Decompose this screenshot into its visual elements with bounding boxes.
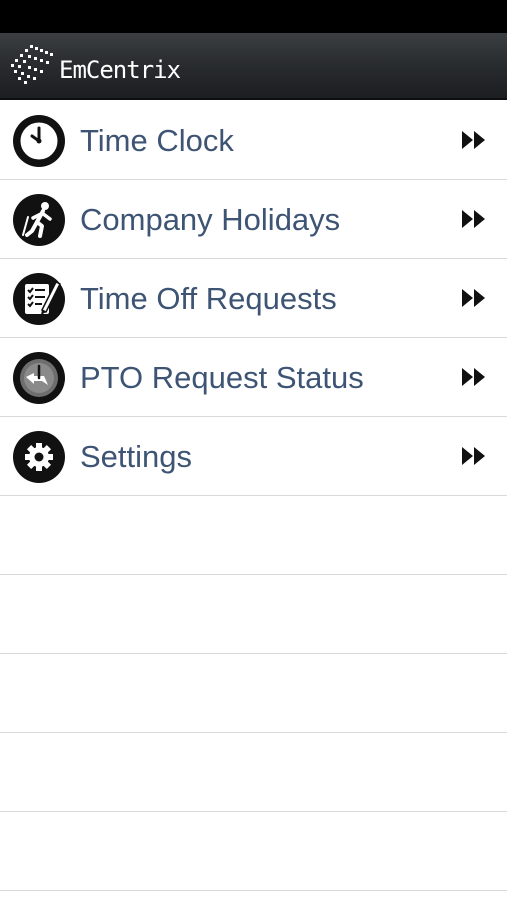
double-chevron-right-icon: [462, 289, 485, 307]
menu-item-time-off-requests[interactable]: Time Off Requests: [0, 259, 507, 338]
menu-item-label: Time Off Requests: [80, 281, 337, 316]
menu-item-company-holidays[interactable]: Company Holidays: [0, 180, 507, 259]
clock-arrow-icon: [13, 352, 65, 404]
checklist-pencil-icon: [13, 273, 65, 325]
emcentrix-logo-icon: [11, 45, 53, 84]
empty-list-row: [0, 575, 507, 654]
double-chevron-right-icon: [462, 368, 485, 386]
menu-item-settings[interactable]: Settings: [0, 417, 507, 496]
empty-list-row: [0, 654, 507, 733]
menu-item-label: PTO Request Status: [80, 360, 364, 395]
double-chevron-right-icon: [462, 210, 485, 228]
gear-icon: [13, 431, 65, 483]
empty-list-row: [0, 496, 507, 575]
app-header: EmCentrix: [0, 33, 507, 100]
double-chevron-right-icon: [462, 447, 485, 465]
empty-list-row: [0, 812, 507, 891]
status-bar: [0, 0, 507, 33]
empty-list-row: [0, 733, 507, 812]
menu-item-pto-request-status[interactable]: PTO Request Status: [0, 338, 507, 417]
menu-item-label: Settings: [80, 439, 193, 474]
menu-item-label: Time Clock: [80, 123, 234, 158]
clock-icon: [13, 115, 65, 167]
menu-item-time-clock[interactable]: Time Clock: [0, 101, 507, 180]
app-title: EmCentrix: [59, 56, 181, 84]
person-walking-icon: [13, 194, 65, 246]
main-menu: Time Clock Company Holidays Time Off Req…: [0, 101, 507, 891]
menu-item-label: Company Holidays: [80, 202, 341, 237]
double-chevron-right-icon: [462, 131, 485, 149]
